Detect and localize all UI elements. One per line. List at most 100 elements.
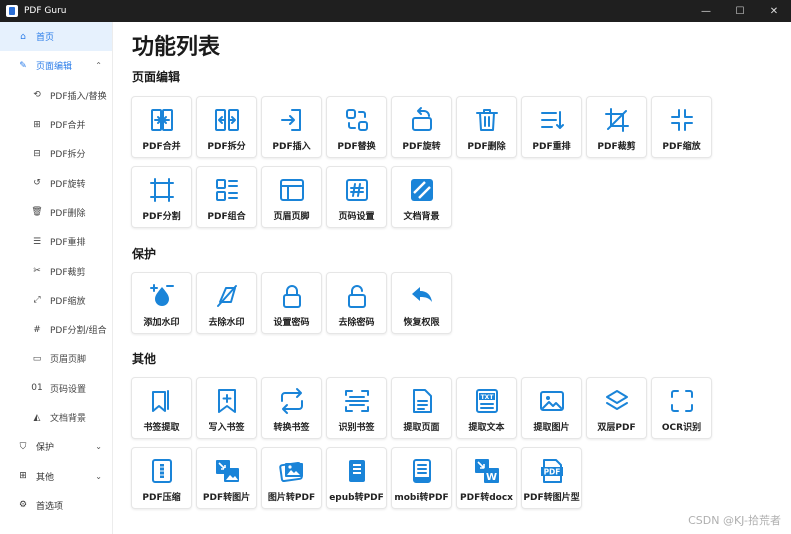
chevron-down-icon[interactable]: ⌄ bbox=[95, 442, 102, 451]
tool-card-insert[interactable]: PDF插入 bbox=[261, 96, 322, 158]
restore-icon bbox=[411, 287, 432, 302]
tool-card-bookmark-add[interactable]: 写入书签 bbox=[196, 377, 257, 439]
tool-card-crop[interactable]: PDF裁剪 bbox=[586, 96, 647, 158]
tool-card-convert[interactable]: 转换书签 bbox=[261, 377, 322, 439]
sidebar-item-gear[interactable]: ⚙ 首选项 bbox=[0, 491, 112, 520]
tool-card-pdf-to-docx[interactable]: W PDF转docx bbox=[456, 447, 517, 509]
tool-card-scan-bookmark[interactable]: 识别书签 bbox=[326, 377, 387, 439]
sidebar-item-label: PDF拆分 bbox=[50, 150, 86, 161]
tool-card-replace[interactable]: PDF替换 bbox=[326, 96, 387, 158]
sidebar-item-scissors[interactable]: ✂ PDF裁剪 bbox=[0, 256, 112, 285]
merge-icon: ⊞ bbox=[33, 119, 41, 130]
title-bar: PDF Guru — ☐ ✕ bbox=[0, 0, 791, 22]
sidebar: ⌂ 首页 ✎ 页面编辑 ⌃ ⟲ PDF插入/替换 ⊞ PDF合并 ⊟ PDF拆分 ↺ PDF旋转 🗑 PDF… bbox=[0, 22, 113, 534]
pdf-to-docx-icon: W bbox=[474, 459, 499, 483]
sidebar-item-header-footer[interactable]: ▭ 页眉页脚 bbox=[0, 344, 112, 373]
tool-card-layers[interactable]: 双层PDF bbox=[586, 377, 647, 439]
tool-card-header-footer[interactable]: 页眉页脚 bbox=[261, 166, 322, 228]
tool-card-zoom[interactable]: PDF缩放 bbox=[651, 96, 712, 158]
sidebar-item-home[interactable]: ⌂ 首页 bbox=[0, 22, 112, 52]
tool-card-label: 页码设置 bbox=[338, 212, 375, 222]
main-content: 功能列表 页面编辑 PDF合并 PDF拆分 PDF插入 PDF替换 PDF旋转 PDF删除 P… bbox=[113, 22, 791, 534]
tool-card-label: 双层PDF bbox=[597, 423, 636, 433]
tool-card-combine[interactable]: PDF组合 bbox=[196, 166, 257, 228]
tool-card-extract-image[interactable]: 提取图片 bbox=[521, 377, 582, 439]
tool-card-watermark-remove[interactable]: 去除水印 bbox=[196, 272, 257, 334]
sidebar-item-merge[interactable]: ⊞ PDF合并 bbox=[0, 110, 112, 139]
tool-card-watermark-add[interactable]: 添加水印 bbox=[131, 272, 192, 334]
crop-icon bbox=[604, 108, 629, 132]
bookmark-add-icon bbox=[217, 389, 236, 413]
tool-card-image-to-pdf[interactable]: 图片转PDF bbox=[261, 447, 322, 509]
background-icon bbox=[410, 179, 433, 201]
tool-card-epub-to-pdf[interactable]: epub转PDF bbox=[326, 447, 387, 509]
tool-card-divide[interactable]: PDF分割 bbox=[131, 166, 192, 228]
sidebar-item-reorder[interactable]: ☰ PDF重排 bbox=[0, 227, 112, 256]
tool-card-label: 书签提取 bbox=[143, 423, 180, 433]
sidebar-item-split[interactable]: ⊟ PDF拆分 bbox=[0, 139, 112, 168]
minimize-button[interactable]: — bbox=[689, 0, 723, 22]
tool-card-label: 转换书签 bbox=[273, 423, 310, 433]
shield-icon: ⛉ bbox=[19, 441, 27, 452]
sidebar-item-label: PDF分割/组合 bbox=[50, 326, 107, 337]
section-title: 其他 bbox=[132, 352, 157, 366]
sidebar-item-shield[interactable]: ⛉ 保护 ⌄ bbox=[0, 432, 112, 461]
tool-card-label: 去除水印 bbox=[208, 318, 245, 328]
tool-card-extract-page[interactable]: 提取页面 bbox=[391, 377, 452, 439]
watermark-text: CSDN @KJ-拾荒者 bbox=[688, 514, 781, 527]
sidebar-item-label: 页码设置 bbox=[50, 384, 87, 395]
tool-card-label: PDF转图片型 bbox=[523, 493, 580, 503]
sidebar-item-label: PDF裁剪 bbox=[50, 267, 86, 278]
sidebar-item-trash[interactable]: 🗑 PDF删除 bbox=[0, 198, 112, 227]
tool-card-label: 提取文本 bbox=[468, 423, 505, 433]
tool-card-lock[interactable]: 设置密码 bbox=[261, 272, 322, 334]
chevron-up-icon[interactable]: ⌃ bbox=[95, 61, 102, 70]
sidebar-item-label: PDF缩放 bbox=[50, 296, 86, 307]
svg-text:PDF: PDF bbox=[543, 468, 560, 477]
split-icon: ⊟ bbox=[33, 148, 41, 159]
tool-card-mobi-to-pdf[interactable]: mobi转PDF bbox=[391, 447, 452, 509]
sidebar-item-label: PDF合并 bbox=[50, 121, 86, 132]
tool-card-label: mobi转PDF bbox=[394, 493, 449, 503]
tool-card-page-number[interactable]: 页码设置 bbox=[326, 166, 387, 228]
grid-icon: ⊞ bbox=[19, 471, 27, 482]
merge-icon bbox=[150, 109, 173, 131]
sidebar-item-page-number[interactable]: 01 页码设置 bbox=[0, 374, 112, 403]
tool-card-pdf-to-image[interactable]: PDF转图片 bbox=[196, 447, 257, 509]
tool-card-compress[interactable]: PDF压缩 bbox=[131, 447, 192, 509]
tool-card-trash[interactable]: PDF删除 bbox=[456, 96, 517, 158]
maximize-button[interactable]: ☐ bbox=[723, 0, 757, 22]
tool-card-label: PDF拆分 bbox=[207, 142, 246, 152]
sidebar-item-label: PDF旋转 bbox=[50, 179, 86, 190]
close-button[interactable]: ✕ bbox=[757, 0, 791, 22]
home-icon: ⌂ bbox=[20, 31, 26, 42]
app-logo-icon bbox=[6, 5, 18, 17]
tool-card-label: PDF插入 bbox=[272, 142, 311, 152]
tool-card-rotate[interactable]: PDF旋转 bbox=[391, 96, 452, 158]
tool-card-background[interactable]: 文档背景 bbox=[391, 166, 452, 228]
tool-card-merge[interactable]: PDF合并 bbox=[131, 96, 192, 158]
bookmark-extract-icon bbox=[151, 390, 169, 412]
tool-card-ocr[interactable]: OCR识别 bbox=[651, 377, 712, 439]
tool-card-extract-text[interactable]: TXT 提取文本 bbox=[456, 377, 517, 439]
sidebar-item-rotate[interactable]: ↺ PDF旋转 bbox=[0, 168, 112, 197]
sidebar-item-zoom[interactable]: ⤢ PDF缩放 bbox=[0, 286, 112, 315]
sidebar-item-label: 其他 bbox=[36, 472, 55, 483]
sidebar-item-grid[interactable]: ⊞ 其他 ⌄ bbox=[0, 461, 112, 490]
tool-card-reorder[interactable]: PDF重排 bbox=[521, 96, 582, 158]
tool-card-split[interactable]: PDF拆分 bbox=[196, 96, 257, 158]
tool-card-label: 写入书签 bbox=[208, 423, 245, 433]
sidebar-item-hash[interactable]: # PDF分割/组合 bbox=[0, 315, 112, 344]
trash-icon bbox=[475, 109, 498, 131]
tool-card-bookmark-extract[interactable]: 书签提取 bbox=[131, 377, 192, 439]
tool-card-label: PDF缩放 bbox=[662, 142, 701, 152]
compress-icon bbox=[151, 459, 172, 483]
tool-card-unlock[interactable]: 去除密码 bbox=[326, 272, 387, 334]
sidebar-item-edit[interactable]: ✎ 页面编辑 ⌃ bbox=[0, 51, 112, 80]
sidebar-item-background[interactable]: ◭ 文档背景 bbox=[0, 403, 112, 432]
chevron-down-icon[interactable]: ⌄ bbox=[95, 472, 102, 481]
sidebar-item-insert-replace[interactable]: ⟲ PDF插入/替换 bbox=[0, 81, 112, 110]
tool-card-restore[interactable]: 恢复权限 bbox=[391, 272, 452, 334]
ocr-icon bbox=[670, 390, 693, 412]
tool-card-pdf-to-imagepdf[interactable]: PDF PDF转图片型 bbox=[521, 447, 582, 509]
